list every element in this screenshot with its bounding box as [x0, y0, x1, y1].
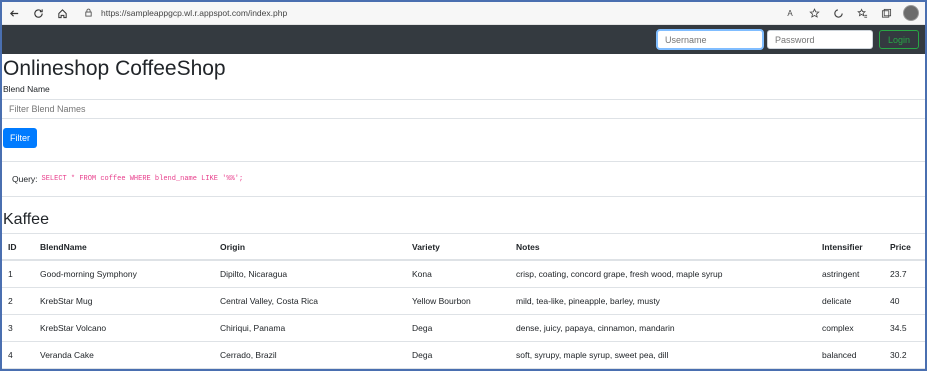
column-header-variety: Variety	[406, 233, 510, 261]
cell-blendname: Veranda Cake	[34, 341, 214, 369]
column-header-blendname: BlendName	[34, 233, 214, 261]
cell-price: 30.2	[884, 341, 925, 369]
table-row: 3 KrebStar Volcano Chiriqui, Panama Dega…	[2, 314, 925, 342]
table-row: 1 Good-morning Symphony Dipilto, Nicarag…	[2, 260, 925, 288]
refresh-extension-icon[interactable]	[831, 6, 845, 20]
column-header-intensifier: Intensifier	[816, 233, 884, 261]
cell-variety: Yellow Bourbon	[406, 287, 510, 315]
cell-variety: Dega	[406, 341, 510, 369]
cell-intensifier: balanced	[816, 341, 884, 369]
cell-origin: Central Valley, Costa Rica	[214, 287, 406, 315]
cell-id: 4	[2, 341, 34, 369]
cell-price: 34.5	[884, 314, 925, 342]
cell-variety: Dega	[406, 314, 510, 342]
cell-origin: Cerrado, Brazil	[214, 341, 406, 369]
cell-intensifier: astringent	[816, 260, 884, 288]
column-header-price: Price	[884, 233, 925, 261]
cell-intensifier: complex	[816, 314, 884, 342]
cell-blendname: KrebStar Mug	[34, 287, 214, 315]
back-icon[interactable]	[2, 2, 26, 24]
cell-id: 2	[2, 287, 34, 315]
cell-price: 40	[884, 287, 925, 315]
table-header-row: ID BlendName Origin Variety Notes Intens…	[2, 233, 925, 261]
browser-window: https://sampleappgcp.wl.r.appspot.com/in…	[0, 0, 927, 371]
address-bar[interactable]: https://sampleappgcp.wl.r.appspot.com/in…	[84, 8, 287, 19]
cell-origin: Chiriqui, Panama	[214, 314, 406, 342]
page-title: Onlineshop CoffeeShop	[3, 57, 226, 80]
collections-icon[interactable]	[879, 6, 893, 20]
table-row: 4 Veranda Cake Cerrado, Brazil Dega soft…	[2, 341, 925, 369]
browser-toolbar: https://sampleappgcp.wl.r.appspot.com/in…	[2, 2, 925, 25]
query-code: SELECT * FROM coffee WHERE blend_name LI…	[41, 175, 244, 183]
cell-blendname: Good-morning Symphony	[34, 260, 214, 288]
column-header-id: ID	[2, 233, 34, 261]
lock-icon	[84, 8, 93, 19]
coffee-table: ID BlendName Origin Variety Notes Intens…	[2, 233, 925, 369]
read-aloud-icon[interactable]: A	[783, 6, 797, 20]
filter-button[interactable]: Filter	[3, 128, 37, 148]
password-input[interactable]	[766, 30, 873, 49]
column-header-origin: Origin	[214, 233, 406, 261]
cell-notes: crisp, coating, concord grape, fresh woo…	[510, 260, 816, 288]
url-text: https://sampleappgcp.wl.r.appspot.com/in…	[101, 8, 288, 18]
query-display: Query: SELECT * FROM coffee WHERE blend_…	[2, 161, 925, 197]
favorites-icon[interactable]	[855, 6, 869, 20]
query-label: Query:	[12, 174, 38, 184]
cell-intensifier: delicate	[816, 287, 884, 315]
home-icon[interactable]	[50, 2, 74, 24]
cell-notes: dense, juicy, papaya, cinnamon, mandarin	[510, 314, 816, 342]
profile-avatar[interactable]	[903, 5, 919, 21]
table-row: 2 KrebStar Mug Central Valley, Costa Ric…	[2, 287, 925, 315]
cell-blendname: KrebStar Volcano	[34, 314, 214, 342]
cell-price: 23.7	[884, 260, 925, 288]
username-input[interactable]	[656, 30, 763, 49]
reload-icon[interactable]	[26, 2, 50, 24]
section-title: Kaffee	[3, 211, 49, 228]
blend-filter-input[interactable]	[2, 99, 925, 119]
top-navbar: Login	[2, 25, 925, 54]
blend-name-label: Blend Name	[3, 84, 50, 94]
cell-origin: Dipilto, Nicaragua	[214, 260, 406, 288]
cell-notes: soft, syrupy, maple syrup, sweet pea, di…	[510, 341, 816, 369]
cell-variety: Kona	[406, 260, 510, 288]
column-header-notes: Notes	[510, 233, 816, 261]
favorite-star-icon[interactable]	[807, 6, 821, 20]
cell-notes: mild, tea-like, pineapple, barley, musty	[510, 287, 816, 315]
login-button[interactable]: Login	[878, 30, 919, 49]
cell-id: 3	[2, 314, 34, 342]
cell-id: 1	[2, 260, 34, 288]
